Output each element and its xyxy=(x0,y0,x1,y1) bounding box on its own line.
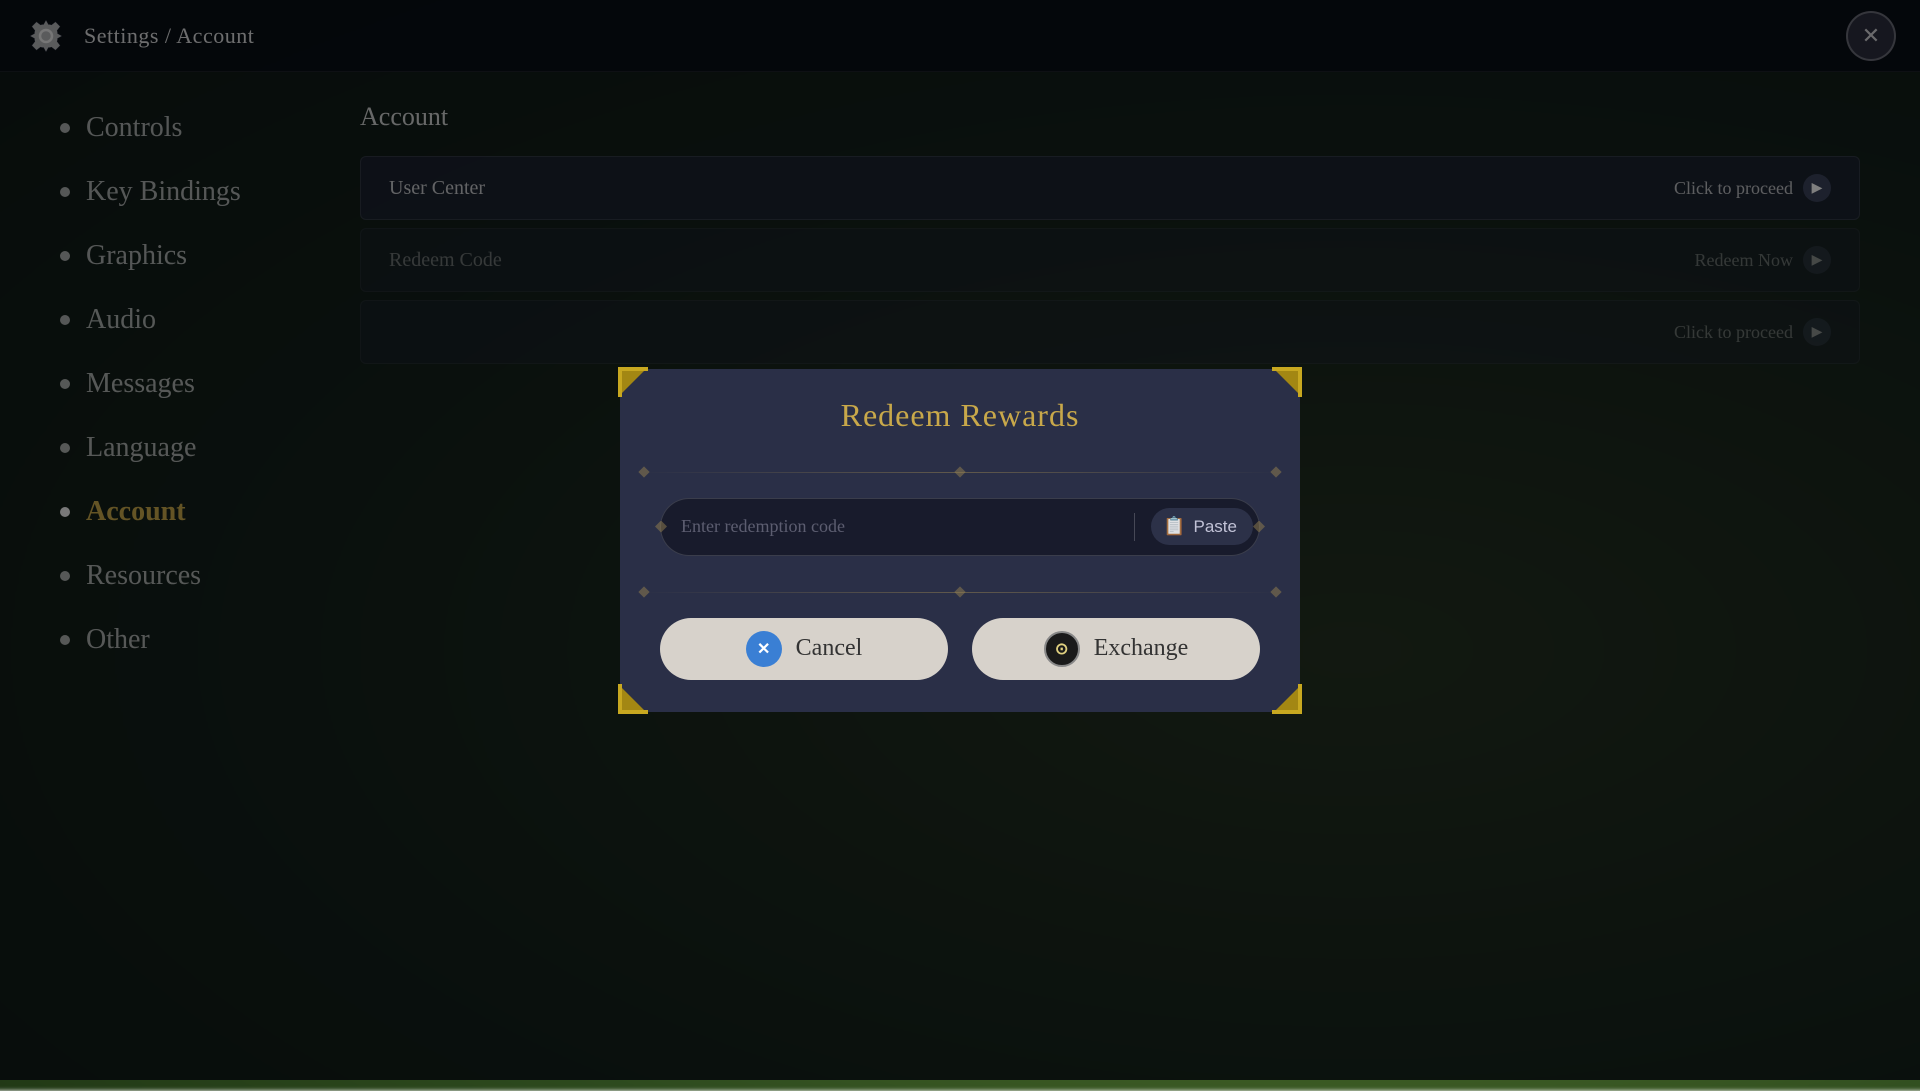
paste-label: Paste xyxy=(1194,517,1237,537)
redemption-code-input[interactable] xyxy=(681,516,1134,537)
input-deco-left xyxy=(655,521,667,533)
cancel-button[interactable]: ✕ Cancel xyxy=(660,618,948,680)
redeem-modal: Redeem Rewards 📋 Paste xyxy=(620,369,1300,712)
input-divider xyxy=(1134,513,1135,541)
redemption-input-wrap: 📋 Paste xyxy=(660,498,1260,556)
modal-buttons: ✕ Cancel ⊙ Exchange xyxy=(620,618,1300,680)
modal-title: Redeem Rewards xyxy=(620,369,1300,466)
paste-icon: 📋 xyxy=(1163,516,1185,537)
exchange-icon: ⊙ xyxy=(1044,631,1080,667)
paste-button[interactable]: 📋 Paste xyxy=(1151,508,1253,545)
modal-bottom-deco xyxy=(640,586,1280,598)
corner-tl-decoration xyxy=(618,367,648,397)
corner-tr-decoration xyxy=(1272,367,1302,397)
exchange-label: Exchange xyxy=(1094,635,1189,662)
corner-br-decoration xyxy=(1272,684,1302,714)
input-deco-right xyxy=(1253,521,1265,533)
corner-bl-decoration xyxy=(618,684,648,714)
modal-top-deco xyxy=(640,466,1280,478)
cancel-label: Cancel xyxy=(796,635,863,662)
exchange-button[interactable]: ⊙ Exchange xyxy=(972,618,1260,680)
modal-overlay: Redeem Rewards 📋 Paste xyxy=(0,0,1920,1080)
cancel-icon: ✕ xyxy=(746,631,782,667)
